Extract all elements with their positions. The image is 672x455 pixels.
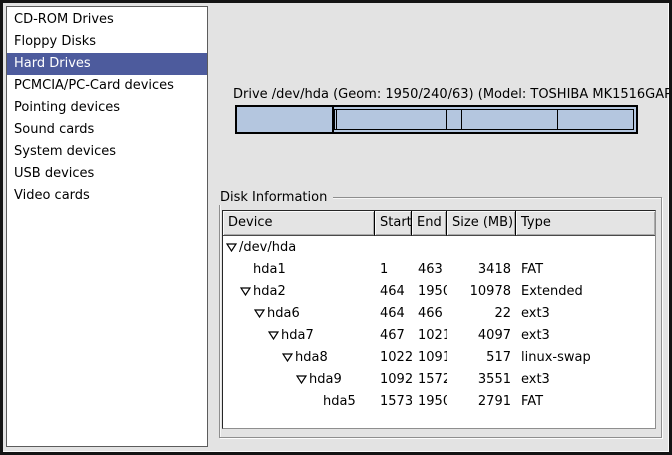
start-cell: 467 bbox=[375, 328, 412, 343]
tree-indent bbox=[223, 313, 253, 314]
column-header-type[interactable]: Type bbox=[516, 211, 655, 236]
disk-table-header: DeviceStartEndSize (MB)Type bbox=[223, 211, 655, 236]
size-cell: 10978 bbox=[447, 284, 516, 299]
device-name: hda1 bbox=[253, 262, 286, 277]
disk-table: DeviceStartEndSize (MB)Type /dev/hda hda1… bbox=[222, 210, 656, 429]
end-cell: 1572 bbox=[412, 372, 447, 387]
disk-information-label: Disk Information bbox=[219, 190, 333, 205]
start-cell: 464 bbox=[375, 306, 412, 321]
table-row-hda2[interactable]: hda2 464195010978Extended bbox=[223, 280, 655, 302]
start-cell: 1022 bbox=[375, 350, 412, 365]
size-cell: 2791 bbox=[447, 394, 516, 409]
device-name: hda7 bbox=[281, 328, 314, 343]
end-cell: 1950 bbox=[412, 284, 447, 299]
type-cell: FAT bbox=[516, 262, 655, 277]
device-name: hda9 bbox=[309, 372, 342, 387]
size-cell: 3551 bbox=[447, 372, 516, 387]
table-row-hda5[interactable]: hda5 157319502791FAT bbox=[223, 390, 655, 412]
table-row-hda7[interactable]: hda7 46710214097ext3 bbox=[223, 324, 655, 346]
sidebar-item-system-devices[interactable]: System devices bbox=[7, 141, 207, 163]
table-row-hda9[interactable]: hda9 109215723551ext3 bbox=[223, 368, 655, 390]
sidebar-item-floppy-disks[interactable]: Floppy Disks bbox=[7, 31, 207, 53]
size-cell: 4097 bbox=[447, 328, 516, 343]
column-header-end[interactable]: End bbox=[412, 211, 447, 236]
partition-segment-hda7 bbox=[337, 110, 448, 129]
expander-icon[interactable] bbox=[267, 331, 279, 340]
device-name: hda5 bbox=[323, 394, 356, 409]
partition-segment-hda9 bbox=[462, 110, 558, 129]
device-category-list: CD-ROM DrivesFloppy DisksHard DrivesPCMC… bbox=[6, 6, 208, 447]
end-cell: 466 bbox=[412, 306, 447, 321]
end-cell: 1021 bbox=[412, 328, 447, 343]
device-name: hda2 bbox=[253, 284, 286, 299]
size-cell: 517 bbox=[447, 350, 516, 365]
table-row-hda1[interactable]: hda1 14633418FAT bbox=[223, 258, 655, 280]
expander-icon[interactable] bbox=[225, 243, 237, 252]
device-cell: hda7 bbox=[223, 328, 375, 343]
tree-indent bbox=[223, 291, 239, 292]
sidebar-item-pcmcia-pc-card-devices[interactable]: PCMCIA/PC-Card devices bbox=[7, 75, 207, 97]
type-cell: ext3 bbox=[516, 306, 655, 321]
column-header-size-mb[interactable]: Size (MB) bbox=[447, 211, 516, 236]
tree-indent bbox=[223, 379, 295, 380]
size-cell: 3418 bbox=[447, 262, 516, 277]
partition-bar bbox=[235, 105, 638, 134]
type-cell: linux-swap bbox=[516, 350, 655, 365]
device-cell: /dev/hda bbox=[223, 240, 375, 255]
device-cell: hda5 bbox=[223, 394, 375, 409]
table-row-hda8[interactable]: hda8 10221091517linux-swap bbox=[223, 346, 655, 368]
tree-indent bbox=[223, 357, 281, 358]
drive-title: Drive /dev/hda (Geom: 1950/240/63) (Mode… bbox=[233, 87, 639, 102]
type-cell: Extended bbox=[516, 284, 655, 299]
size-cell: 22 bbox=[447, 306, 516, 321]
type-cell: ext3 bbox=[516, 328, 655, 343]
start-cell: 464 bbox=[375, 284, 412, 299]
device-name: hda6 bbox=[267, 306, 300, 321]
device-cell: hda8 bbox=[223, 350, 375, 365]
partition-segment-hda5 bbox=[558, 110, 633, 129]
sidebar-item-sound-cards[interactable]: Sound cards bbox=[7, 119, 207, 141]
tree-indent bbox=[223, 269, 239, 270]
tree-indent bbox=[223, 335, 267, 336]
sidebar-item-cd-rom-drives[interactable]: CD-ROM Drives bbox=[7, 9, 207, 31]
extended-partition-box bbox=[334, 109, 634, 130]
device-cell: hda6 bbox=[223, 306, 375, 321]
type-cell: ext3 bbox=[516, 372, 655, 387]
sidebar-item-hard-drives[interactable]: Hard Drives bbox=[7, 53, 207, 75]
column-header-start[interactable]: Start bbox=[375, 211, 412, 236]
sidebar-item-usb-devices[interactable]: USB devices bbox=[7, 163, 207, 185]
device-name: /dev/hda bbox=[239, 240, 296, 255]
end-cell: 1950 bbox=[412, 394, 447, 409]
sidebar-item-pointing-devices[interactable]: Pointing devices bbox=[7, 97, 207, 119]
device-cell: hda9 bbox=[223, 372, 375, 387]
device-cell: hda1 bbox=[223, 262, 375, 277]
expander-icon[interactable] bbox=[253, 309, 265, 318]
expander-icon[interactable] bbox=[239, 287, 251, 296]
partition-segment-hda8 bbox=[447, 110, 462, 129]
start-cell: 1573 bbox=[375, 394, 412, 409]
partition-segment-primary bbox=[237, 107, 334, 132]
start-cell: 1 bbox=[375, 262, 412, 277]
end-cell: 1091 bbox=[412, 350, 447, 365]
disk-table-body: /dev/hdahda114633418FAThda2464195010978E… bbox=[223, 236, 655, 412]
disk-information-group: Disk Information DeviceStartEndSize (MB)… bbox=[219, 197, 662, 438]
table-row-hda6[interactable]: hda6 46446622ext3 bbox=[223, 302, 655, 324]
start-cell: 1092 bbox=[375, 372, 412, 387]
expander-icon[interactable] bbox=[295, 375, 307, 384]
sidebar-item-video-cards[interactable]: Video cards bbox=[7, 185, 207, 207]
table-row-dev-hda[interactable]: /dev/hda bbox=[223, 236, 655, 258]
column-header-device[interactable]: Device bbox=[223, 211, 375, 236]
device-name: hda8 bbox=[295, 350, 328, 365]
type-cell: FAT bbox=[516, 394, 655, 409]
end-cell: 463 bbox=[412, 262, 447, 277]
expander-icon[interactable] bbox=[281, 353, 293, 362]
hardware-browser-window: CD-ROM DrivesFloppy DisksHard DrivesPCMC… bbox=[0, 0, 672, 455]
device-cell: hda2 bbox=[223, 284, 375, 299]
tree-indent bbox=[223, 401, 309, 402]
